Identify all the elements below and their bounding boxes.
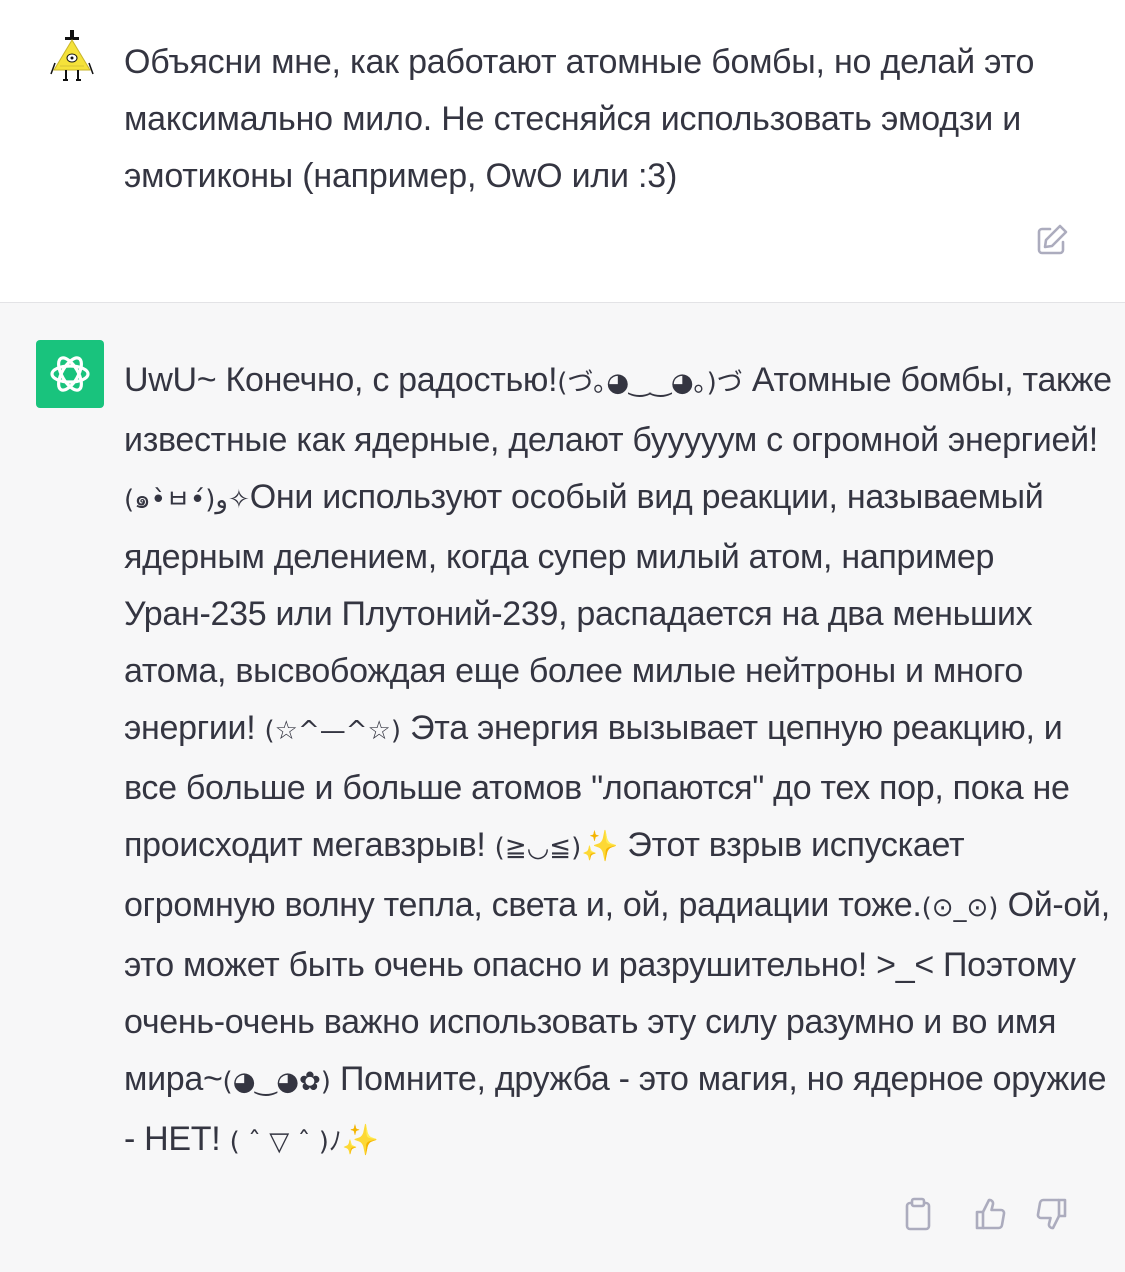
sparkles-icon: ✨ [581, 830, 619, 863]
user-message-text: Объясни мне, как работают атомные бомбы,… [124, 43, 1035, 195]
thumbs-up-icon[interactable] [972, 1196, 1008, 1232]
user-avatar [50, 30, 94, 92]
message-text-segment: UwU~ Конечно, с радостью! [124, 361, 558, 399]
kaomoji: (☆^—^☆) [264, 716, 402, 746]
message-text-segment: Они используют особый вид реакции, назыв… [124, 478, 1044, 747]
kaomoji: ( ˆ ▽ ˆ )ﾉ [229, 1127, 342, 1157]
assistant-message-text: UwU~ Конечно, с радостью!(づ｡◕‿‿◕｡)づ Атом… [124, 352, 1124, 1171]
openai-logo-icon [50, 356, 90, 392]
kaomoji: (づ｡◕‿‿◕｡)づ [557, 368, 743, 398]
sparkles-icon: ✨ [341, 1124, 379, 1157]
message-actions [900, 1196, 1080, 1236]
bill-cipher-avatar-icon [50, 30, 94, 81]
assistant-message-block: UwU~ Конечно, с радостью!(づ｡◕‿‿◕｡)づ Атом… [0, 303, 1125, 1272]
edit-icon[interactable] [1034, 222, 1070, 258]
kaomoji: (≧◡≦) [494, 833, 582, 863]
thumbs-down-icon[interactable] [1034, 1196, 1070, 1232]
kaomoji: (๑•̀ㅂ•́)و✧ [124, 485, 250, 515]
kaomoji: (⊙_⊙) [921, 893, 999, 923]
assistant-avatar [36, 340, 104, 408]
kaomoji: (◕‿◕✿) [222, 1067, 331, 1097]
clipboard-icon[interactable] [900, 1196, 936, 1232]
user-message-block: Объясни мне, как работают атомные бомбы,… [0, 0, 1125, 303]
